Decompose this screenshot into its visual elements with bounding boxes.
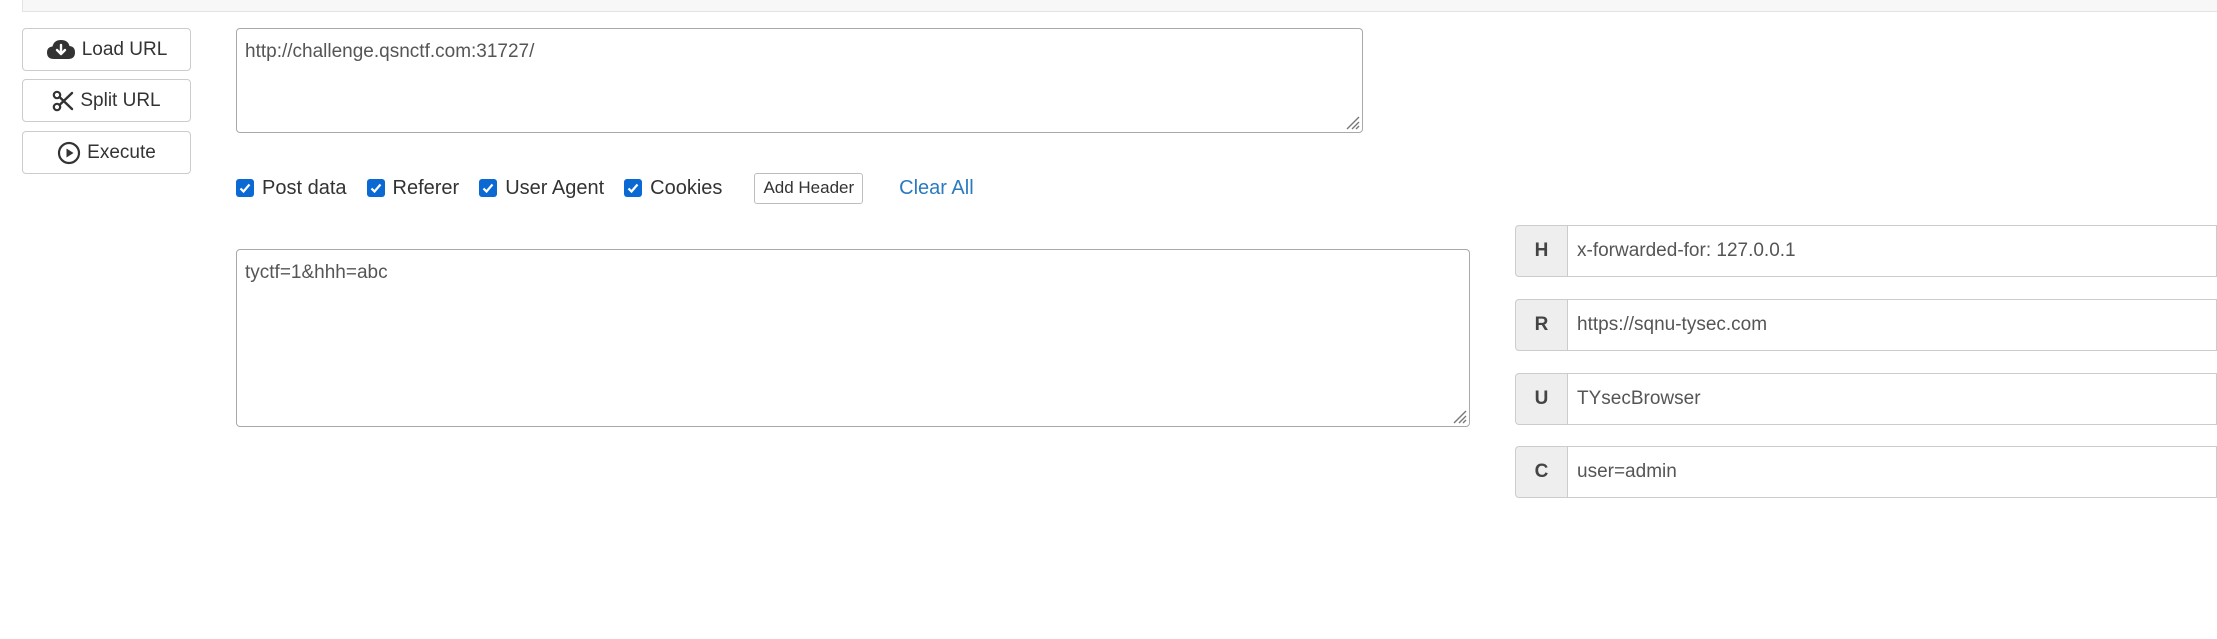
checkmark-icon bbox=[479, 179, 498, 197]
header-row-referer: R https://sqnu-tysec.com bbox=[1515, 299, 2217, 351]
clear-all-link[interactable]: Clear All bbox=[899, 177, 973, 200]
user-agent-label: User Agent bbox=[505, 176, 605, 199]
play-circle-icon bbox=[57, 141, 81, 165]
split-url-button[interactable]: Split URL bbox=[22, 79, 191, 122]
options-row: Post data Referer User Agent Cookies Add… bbox=[236, 172, 974, 204]
resize-grip-icon[interactable] bbox=[1344, 114, 1360, 130]
cookies-label: Cookies bbox=[650, 176, 723, 199]
cookies-checkbox[interactable]: Cookies bbox=[624, 177, 722, 200]
checkmark-icon bbox=[624, 179, 643, 197]
post-data-text: tyctf=1&hhh=abc bbox=[245, 262, 388, 283]
header-key-badge: U bbox=[1515, 373, 1568, 425]
header-key-badge: H bbox=[1515, 225, 1568, 277]
resize-grip-icon[interactable] bbox=[1451, 408, 1467, 424]
header-row-forwarded: H x-forwarded-for: 127.0.0.1 bbox=[1515, 225, 2217, 277]
header-key-badge: R bbox=[1515, 299, 1568, 351]
execute-label: Execute bbox=[87, 141, 156, 163]
header-value-input[interactable]: x-forwarded-for: 127.0.0.1 bbox=[1568, 225, 2217, 277]
load-url-button[interactable]: Load URL bbox=[22, 28, 191, 71]
header-value-input[interactable]: TYsecBrowser bbox=[1568, 373, 2217, 425]
post-data-checkbox[interactable]: Post data bbox=[236, 177, 347, 200]
load-url-label: Load URL bbox=[81, 38, 168, 60]
cloud-download-icon bbox=[46, 39, 76, 61]
top-toolbar-strip bbox=[22, 0, 2217, 12]
post-data-label: Post data bbox=[262, 176, 347, 199]
header-value-input[interactable]: user=admin bbox=[1568, 446, 2217, 498]
split-url-label: Split URL bbox=[80, 89, 161, 111]
execute-button[interactable]: Execute bbox=[22, 131, 191, 174]
header-key-badge: C bbox=[1515, 446, 1568, 498]
referer-checkbox[interactable]: Referer bbox=[366, 176, 460, 200]
user-agent-checkbox[interactable]: User Agent bbox=[479, 177, 604, 200]
referer-label: Referer bbox=[392, 176, 460, 199]
scissors-icon bbox=[52, 90, 74, 112]
checkmark-icon bbox=[366, 179, 385, 197]
header-row-user-agent: U TYsecBrowser bbox=[1515, 373, 2217, 425]
add-header-button[interactable]: Add Header bbox=[754, 172, 864, 204]
post-data-textarea[interactable]: tyctf=1&hhh=abc bbox=[236, 249, 1470, 427]
header-value-input[interactable]: https://sqnu-tysec.com bbox=[1568, 299, 2217, 351]
checkmark-icon bbox=[236, 179, 254, 197]
url-textarea[interactable]: http://challenge.qsnctf.com:31727/ bbox=[236, 28, 1363, 133]
header-row-cookies: C user=admin bbox=[1515, 446, 2217, 498]
url-text: http://challenge.qsnctf.com:31727/ bbox=[245, 41, 535, 62]
